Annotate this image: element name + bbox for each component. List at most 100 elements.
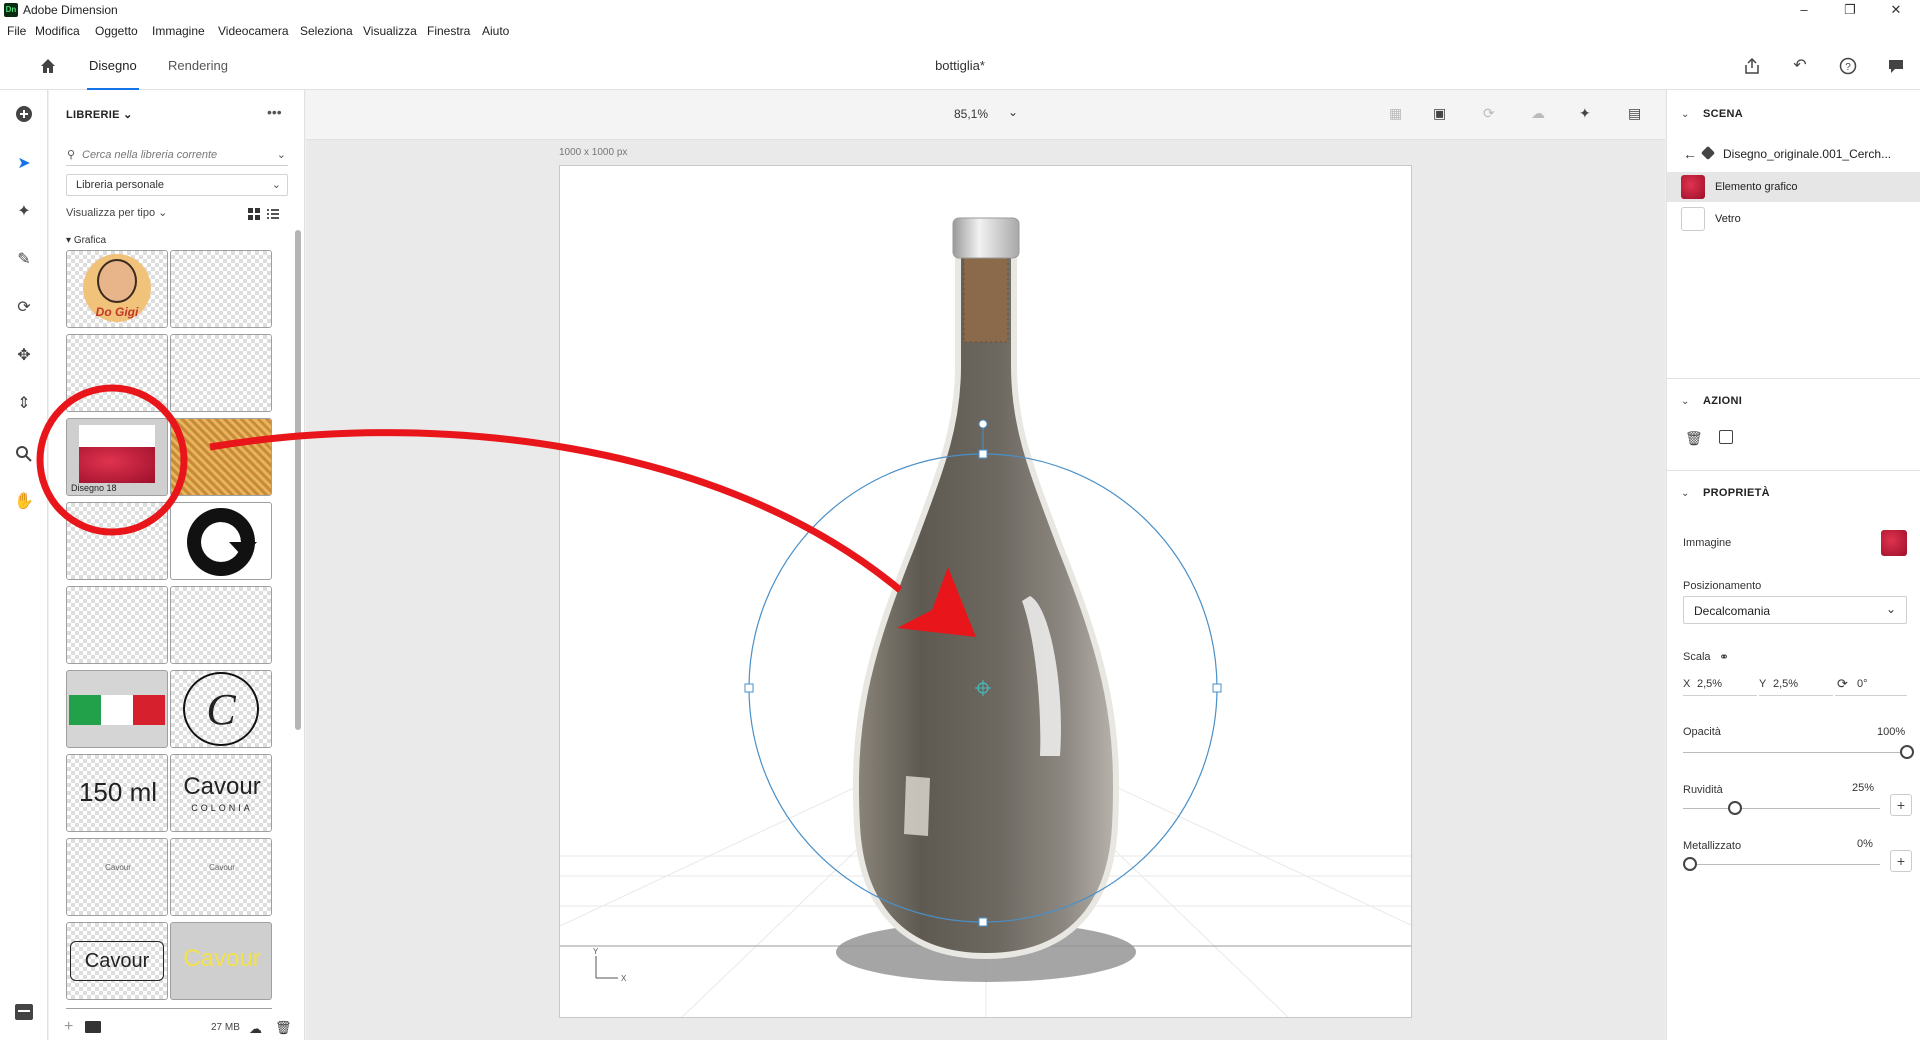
artboard[interactable]: Y X	[559, 165, 1412, 1018]
opacity-slider[interactable]	[1683, 752, 1907, 753]
chevron-down-icon[interactable]: ⌄	[1681, 109, 1689, 120]
menu-finestra[interactable]: Finestra	[427, 24, 470, 38]
roughness-add-button[interactable]: +	[1890, 794, 1912, 816]
grid-view-icon[interactable]	[248, 207, 260, 220]
back-arrow-icon[interactable]: ←	[1683, 146, 1697, 162]
dolly-icon[interactable]: ⇕	[12, 392, 36, 416]
add-icon[interactable]	[12, 102, 36, 126]
menu-visualizza[interactable]: Visualizza	[363, 24, 417, 38]
bottle[interactable]	[852, 243, 1120, 960]
library-item[interactable]	[66, 502, 168, 580]
selection-handle[interactable]	[978, 449, 988, 459]
camera-bookmark-icon[interactable]: ▣	[1433, 105, 1446, 122]
chevron-down-icon[interactable]: ⌄	[1008, 105, 1018, 119]
opacity-knob[interactable]	[1900, 745, 1914, 759]
menu-aiuto[interactable]: Aiuto	[482, 24, 509, 38]
group-grafica[interactable]: ▾ Grafica	[66, 235, 106, 246]
share-icon[interactable]	[1742, 56, 1762, 76]
rotate-icon[interactable]: ⟳	[1483, 105, 1495, 122]
library-item[interactable]: Cavour	[66, 922, 168, 1000]
list-view-icon[interactable]	[267, 207, 279, 219]
orbit-icon[interactable]: ⟳	[12, 296, 36, 320]
metallic-knob[interactable]	[1683, 857, 1697, 871]
panel-toggle-icon[interactable]	[12, 1000, 36, 1024]
scene-path[interactable]: Disegno_originale.001_Cerch...	[1723, 147, 1891, 161]
layer-row-selected[interactable]: Elemento grafico	[1667, 172, 1920, 202]
selection-handle[interactable]	[978, 917, 988, 927]
menu-seleziona[interactable]: Seleziona	[300, 24, 353, 38]
help-icon[interactable]: ?	[1838, 56, 1858, 76]
zoom-level[interactable]: 85,1%	[954, 107, 988, 121]
library-item[interactable]	[170, 418, 272, 496]
sample-icon[interactable]: ✎	[12, 248, 36, 272]
pan-icon[interactable]: ✥	[12, 344, 36, 368]
hand-icon[interactable]: ✋	[12, 490, 36, 514]
place-image-icon[interactable]	[1719, 430, 1733, 444]
library-item[interactable]	[66, 334, 168, 412]
library-item-disegno-18[interactable]: Disegno 18	[66, 418, 168, 496]
trash-icon[interactable]: 🗑	[275, 1020, 292, 1036]
chevron-down-icon[interactable]: ⌄	[1681, 396, 1689, 407]
cloud-icon[interactable]: ☁	[249, 1021, 262, 1037]
zoom-icon[interactable]	[12, 442, 36, 466]
menu-oggetto[interactable]: Oggetto	[95, 24, 138, 38]
roughness-knob[interactable]	[1728, 801, 1742, 815]
add-icon[interactable]: +	[64, 1018, 73, 1036]
chevron-down-icon[interactable]: ⌄	[1681, 488, 1689, 499]
layer-row[interactable]: Vetro	[1667, 204, 1920, 234]
rotate-handle[interactable]	[978, 419, 988, 429]
library-item[interactable]	[170, 250, 272, 328]
library-item[interactable]: Cavour COLONIA	[170, 754, 272, 832]
libraries-panel: LIBRERIE ⌄ ••• ⚲ Cerca nella libreria co…	[49, 90, 305, 1040]
minimize-icon[interactable]: –	[1781, 0, 1827, 20]
library-item-flag[interactable]	[66, 670, 168, 748]
frame-icon[interactable]: ▦	[1389, 105, 1402, 122]
undo-icon[interactable]: ↶	[1790, 56, 1810, 76]
library-item[interactable]: Cavour	[170, 922, 272, 1000]
selection-handle[interactable]	[744, 683, 754, 693]
library-item[interactable]: Cavour	[170, 838, 272, 916]
close-icon[interactable]: ✕	[1873, 0, 1919, 20]
menu-file[interactable]: File	[7, 24, 26, 38]
select-icon[interactable]: ➤	[12, 152, 36, 176]
properties-header[interactable]: PROPRIETÀ	[1703, 487, 1770, 499]
library-item[interactable]	[66, 586, 168, 664]
library-item[interactable]	[170, 334, 272, 412]
feedback-icon[interactable]	[1886, 56, 1906, 76]
library-item[interactable]: 150 ml	[66, 754, 168, 832]
library-select[interactable]: Libreria personale ⌄	[66, 174, 288, 196]
more-options-icon[interactable]: •••	[267, 104, 282, 120]
metallic-add-button[interactable]: +	[1890, 850, 1912, 872]
menu-modifica[interactable]: Modifica	[35, 24, 80, 38]
library-item[interactable]: C	[170, 670, 272, 748]
orbit-view-icon[interactable]: ☁	[1531, 105, 1545, 122]
scale-y-field[interactable]: Y 2,5%	[1759, 676, 1833, 696]
actions-header[interactable]: AZIONI	[1703, 395, 1742, 407]
image-thumb[interactable]	[1881, 530, 1907, 556]
library-item[interactable]: Do Gigi	[66, 250, 168, 328]
menu-immagine[interactable]: Immagine	[152, 24, 205, 38]
scrollbar[interactable]	[295, 230, 301, 730]
drop-icon[interactable]: ✦	[1579, 105, 1591, 122]
menu-videocamera[interactable]: Videocamera	[218, 24, 289, 38]
link-icon[interactable]: ⚭	[1719, 650, 1729, 664]
positioning-select[interactable]: Decalcomania ⌄	[1683, 596, 1907, 624]
roughness-slider[interactable]	[1683, 808, 1880, 809]
render-preview-icon[interactable]: ▤	[1628, 105, 1641, 122]
library-item[interactable]	[170, 502, 272, 580]
scene-header[interactable]: SCENA	[1703, 108, 1743, 120]
trash-icon[interactable]: 🗑	[1685, 430, 1703, 447]
selection-handle[interactable]	[1212, 683, 1222, 693]
metallic-slider[interactable]	[1683, 864, 1880, 865]
rotation-field[interactable]: ⟳ 0°	[1835, 676, 1907, 696]
restore-icon[interactable]: ❐	[1827, 0, 1873, 20]
magic-wand-icon[interactable]: ✦	[12, 200, 36, 224]
view-by-dropdown[interactable]: Visualizza per tipo ⌄	[66, 206, 167, 219]
library-item[interactable]: Cavour	[66, 838, 168, 916]
scene-viewport[interactable]: Y X	[560, 166, 1412, 1018]
library-item[interactable]	[170, 586, 272, 664]
libraries-header[interactable]: LIBRERIE ⌄	[66, 108, 133, 121]
scale-x-field[interactable]: X 2,5%	[1683, 676, 1757, 696]
folder-icon[interactable]	[85, 1021, 101, 1033]
library-search-input[interactable]: ⚲ Cerca nella libreria corrente ⌄	[66, 144, 288, 166]
